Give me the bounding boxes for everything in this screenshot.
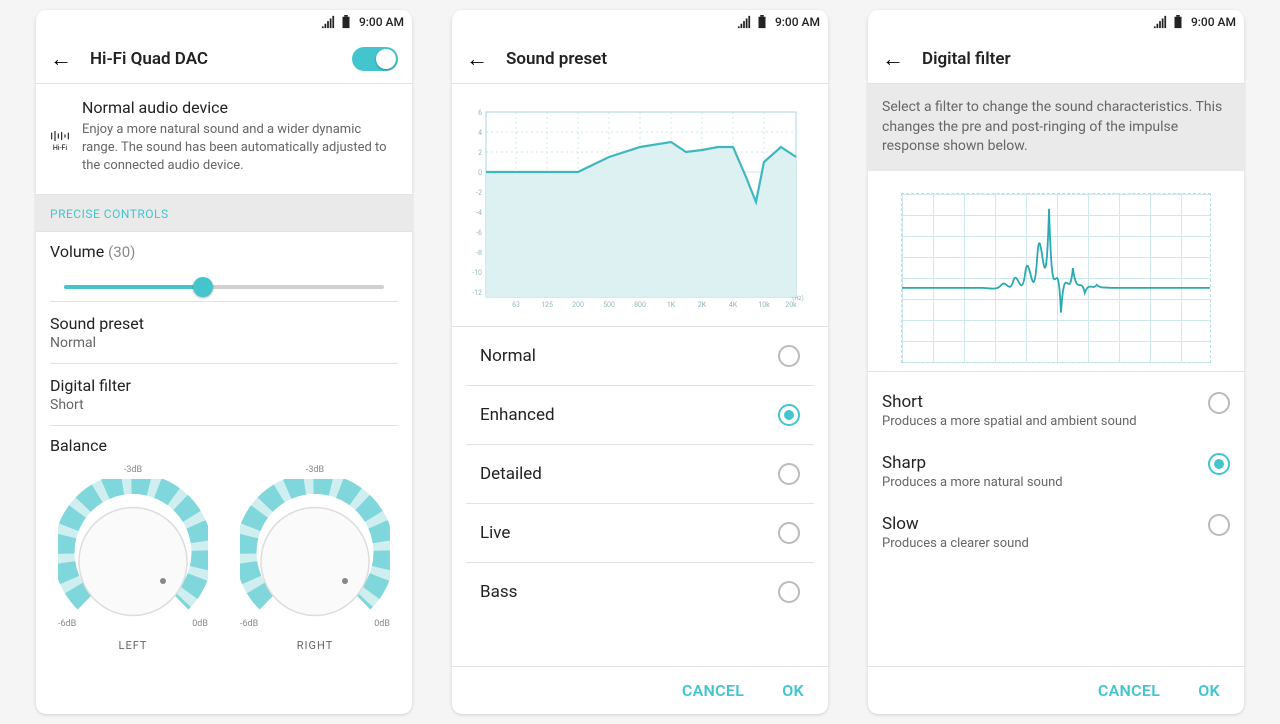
app-bar: ← Sound preset [452,34,828,84]
device-desc: Enjoy a more natural sound and a wider d… [82,121,398,176]
dial-top-label: -3dB [306,465,324,475]
svg-text:-4: -4 [476,209,482,217]
signal-icon [321,15,335,29]
svg-text:10k: 10k [758,301,770,309]
svg-text:-8: -8 [476,249,482,257]
balance-dials: -3dB -6dB0dB LEFT -3dB [36,465,412,660]
preset-option-normal[interactable]: Normal [466,327,814,386]
svg-text:2K: 2K [698,301,707,309]
dial-caption-right: RIGHT [297,639,334,652]
balance-dial-left[interactable] [58,479,208,629]
filter-option-slow[interactable]: Slow Produces a clearer sound [868,502,1244,563]
battery-icon [1171,15,1185,29]
back-arrow-icon[interactable]: ← [882,46,904,72]
preset-option-bass[interactable]: Bass [466,563,814,621]
svg-text:20k: 20k [785,301,797,309]
status-time: 9:00 AM [775,15,820,29]
digital-filter-row[interactable]: Digital filter Short [50,364,398,426]
balance-dial-right[interactable] [240,479,390,629]
preset-label: Sound preset [50,314,398,333]
screen-hifi-dac: 9:00 AM ← Hi-Fi Quad DAC Hi-Fi Normal au… [36,10,412,714]
hifi-icon: Hi-Fi [50,98,70,176]
status-bar: 9:00 AM [452,10,828,34]
back-arrow-icon[interactable]: ← [50,46,72,72]
svg-text:63: 63 [512,301,520,309]
svg-text:0: 0 [478,169,482,177]
section-header-precise: PRECISE CONTROLS [36,195,412,232]
preset-list: Normal Enhanced Detailed Live Bass [452,327,828,666]
dialog-footer: CANCEL OK [452,666,828,714]
back-arrow-icon[interactable]: ← [466,46,488,72]
cancel-button[interactable]: CANCEL [682,681,744,700]
status-bar: 9:00 AM [868,10,1244,34]
radio-icon[interactable] [778,522,800,544]
impulse-chart [868,171,1244,372]
status-time: 9:00 AM [1191,15,1236,29]
radio-icon[interactable] [1208,514,1230,536]
preset-option-live[interactable]: Live [466,504,814,563]
battery-icon [339,15,353,29]
svg-text:2: 2 [478,149,482,157]
filter-help-text: Select a filter to change the sound char… [868,84,1244,171]
page-title: Digital filter [922,49,1230,69]
screen-digital-filter: 9:00 AM ← Digital filter Select a filter… [868,10,1244,714]
volume-label: Volume [50,242,104,261]
svg-text:-2: -2 [476,189,482,197]
balance-label: Balance [50,436,398,455]
page-title: Hi-Fi Quad DAC [90,49,334,69]
preset-value: Normal [50,335,398,351]
volume-value: (30) [108,243,135,261]
radio-icon[interactable] [778,404,800,426]
balance-row: Balance [36,426,412,465]
svg-text:4K: 4K [729,301,738,309]
status-bar: 9:00 AM [36,10,412,34]
cancel-button[interactable]: CANCEL [1098,681,1160,700]
preset-option-detailed[interactable]: Detailed [466,445,814,504]
sound-preset-row[interactable]: Sound preset Normal [50,301,398,364]
dial-top-label: -3dB [124,465,142,475]
app-bar: ← Digital filter [868,34,1244,84]
status-time: 9:00 AM [359,15,404,29]
radio-icon[interactable] [778,581,800,603]
svg-text:-12: -12 [472,289,482,297]
app-bar: ← Hi-Fi Quad DAC [36,34,412,84]
svg-text:6: 6 [478,109,482,117]
page-title: Sound preset [506,49,814,69]
slider-thumb-icon[interactable] [193,277,213,297]
ok-button[interactable]: OK [782,681,804,700]
dial-caption-left: LEFT [119,639,148,652]
svg-text:-10: -10 [472,269,482,277]
filter-option-sharp[interactable]: Sharp Produces a more natural sound [868,441,1244,502]
eq-chart: 642 0-2-4 -6-8-10 -12 63125200 5008001K … [452,84,828,327]
svg-text:200: 200 [572,301,584,309]
svg-text:1K: 1K [667,301,676,309]
radio-icon[interactable] [1208,453,1230,475]
filter-option-short[interactable]: Short Produces a more spatial and ambien… [868,380,1244,441]
svg-text:-6: -6 [476,229,482,237]
signal-icon [1153,15,1167,29]
filter-list: Short Produces a more spatial and ambien… [868,372,1244,563]
radio-icon[interactable] [778,463,800,485]
volume-row[interactable]: Volume (30) [36,232,412,301]
dialog-footer: CANCEL OK [868,666,1244,714]
signal-icon [737,15,751,29]
battery-icon [755,15,769,29]
dac-toggle[interactable] [352,47,398,71]
filter-label: Digital filter [50,376,398,395]
svg-text:800: 800 [634,301,646,309]
device-info-row: Hi-Fi Normal audio device Enjoy a more n… [36,84,412,195]
screen-sound-preset: 9:00 AM ← Sound preset [452,10,828,714]
svg-text:125: 125 [541,301,553,309]
radio-icon[interactable] [1208,392,1230,414]
preset-option-enhanced[interactable]: Enhanced [466,386,814,445]
svg-text:4: 4 [478,129,482,137]
device-heading: Normal audio device [82,98,398,117]
svg-text:500: 500 [603,301,615,309]
filter-value: Short [50,397,398,413]
radio-icon[interactable] [778,345,800,367]
volume-slider[interactable] [50,277,398,297]
ok-button[interactable]: OK [1198,681,1220,700]
